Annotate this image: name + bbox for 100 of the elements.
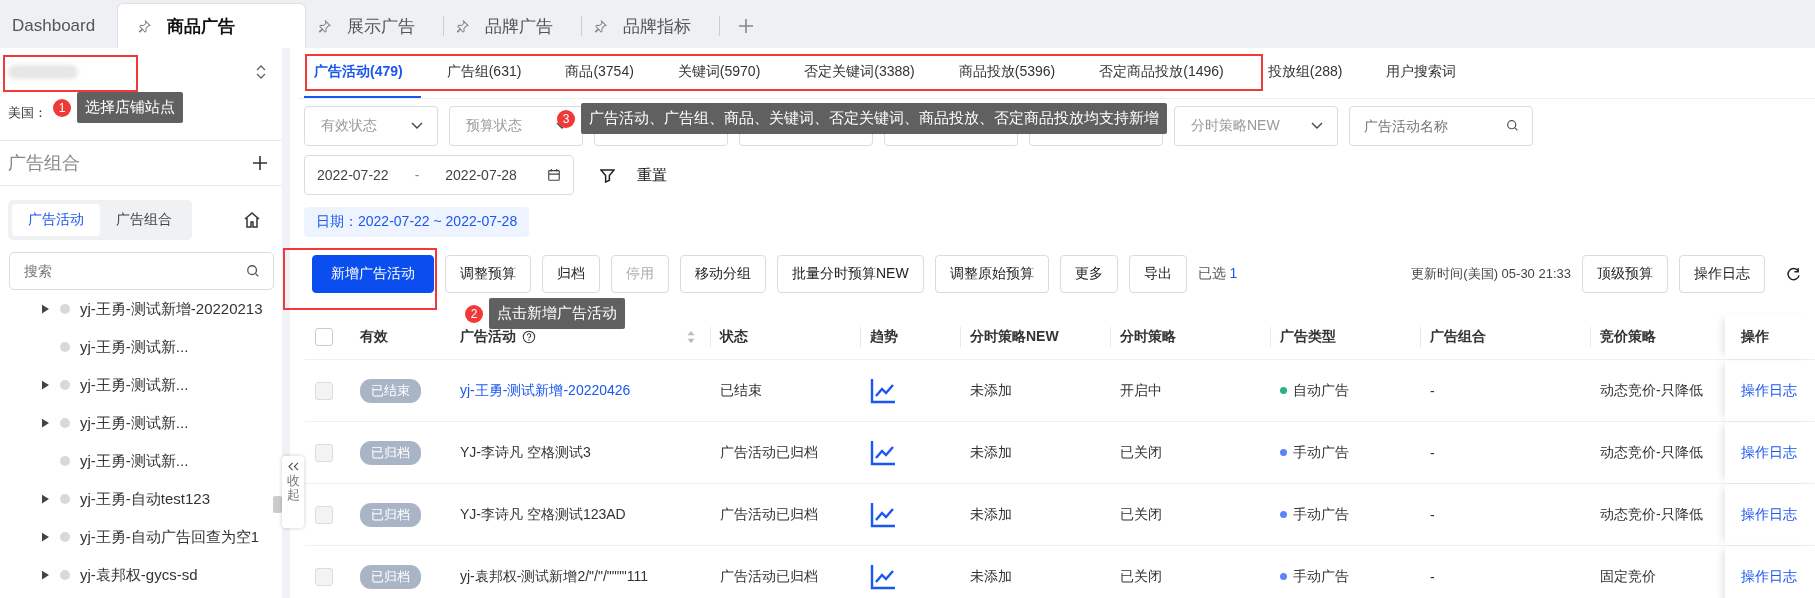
sub-tab[interactable]: 用户搜索词 [1376, 48, 1475, 98]
step-number-badge: 3 [557, 109, 575, 128]
table-cell: 广告活动已归档 [720, 505, 818, 524]
toolbar-button[interactable]: 移动分组 [680, 255, 766, 293]
toolbar-button[interactable]: 调整预算 [445, 255, 531, 293]
app-tab[interactable]: Dashboard [0, 4, 118, 48]
table-cell: 开启中 [1120, 381, 1162, 400]
tree-item[interactable]: yj-王勇-测试新... [80, 375, 189, 395]
toolbar-button[interactable]: 导出 [1128, 255, 1187, 293]
date-tag: 日期：2022-07-22 ~ 2022-07-28 [304, 207, 530, 237]
pin-icon [456, 19, 470, 33]
table-cell: 未添加 [970, 567, 1012, 586]
trend-chart-icon[interactable] [870, 377, 896, 404]
sub-tab[interactable]: 商品(3754) [555, 48, 652, 98]
status-badge: 已结束 [360, 378, 421, 403]
sub-tab[interactable]: 关键词(5970) [667, 48, 779, 98]
table-cell: 动态竞价-只降低 [1600, 505, 1703, 524]
refresh-icon[interactable] [1786, 266, 1801, 282]
table-cell: - [1430, 444, 1435, 461]
checkbox[interactable] [315, 328, 333, 346]
toolbar-button[interactable]: 新增广告活动 [312, 255, 434, 293]
app-tab[interactable]: 品牌指标 [582, 4, 720, 48]
table-cell: 手动广告 [1293, 505, 1349, 524]
expand-arrow-icon[interactable] [42, 304, 49, 314]
double-chevron-left-icon [286, 462, 300, 471]
date-range-field[interactable]: 2022-07-22 - 2022-07-28 [304, 155, 574, 195]
sort-icon[interactable] [256, 64, 266, 80]
table-cell: 未添加 [970, 443, 1012, 462]
app-tab[interactable]: 展示广告 [306, 4, 444, 48]
reset-button[interactable]: 重置 [637, 165, 667, 185]
search-icon [1506, 119, 1519, 132]
search-field[interactable]: 广告活动名称 [1349, 106, 1533, 146]
expand-arrow-icon[interactable] [42, 532, 49, 542]
table-cell: - [1430, 382, 1435, 399]
update-time: 更新时间(美国) 05-30 21:33 [1411, 265, 1571, 283]
home-icon[interactable] [242, 210, 262, 230]
tree-item[interactable]: yj-王勇-自动test123 [80, 489, 211, 509]
status-dot [60, 304, 70, 314]
table-cell: 动态竞价-只降低 [1600, 381, 1703, 400]
table-cell: 已关闭 [1120, 567, 1162, 586]
toolbar-button[interactable]: 归档 [542, 255, 600, 293]
column-header: 广告类型 [1280, 328, 1336, 346]
app-tab[interactable]: 商品广告 [117, 3, 307, 48]
campaign-name: YJ-李诗凡 空格测试123AD [460, 505, 626, 524]
collapse-handle[interactable]: 收起 [282, 456, 304, 528]
tree-item[interactable]: yj-袁邦权-gycs-sd [80, 565, 198, 585]
toolbar-button[interactable]: 顶级预算 [1582, 255, 1668, 293]
status-dot [60, 418, 70, 428]
table-cell: 广告活动已归档 [720, 567, 818, 586]
table-cell: 动态竞价-只降低 [1600, 443, 1703, 462]
sub-tab[interactable]: 投放组(288) [1257, 48, 1361, 98]
tree-item[interactable]: yj-王勇-测试新... [80, 337, 189, 357]
table-cell: 未添加 [970, 381, 1012, 400]
status-dot [60, 456, 70, 466]
status-dot [60, 494, 70, 504]
tree-item[interactable]: yj-王勇-测试新... [80, 413, 189, 433]
tree-item[interactable]: yj-王勇-测试新... [80, 451, 189, 471]
status-dot [60, 380, 70, 390]
sub-tab[interactable]: 广告组(631) [436, 48, 540, 98]
search-field[interactable]: 搜索 [9, 252, 274, 290]
campaign-name: yj-袁邦权-测试新增2/"/"/""""111 [460, 567, 648, 586]
sub-tab[interactable]: 商品投放(5396) [948, 48, 1074, 98]
column-header: 广告组合 [1430, 328, 1486, 346]
campaign-name: YJ-李诗凡 空格测试3 [460, 443, 591, 462]
toolbar-button[interactable]: 批量分时预算NEW [777, 255, 924, 293]
scrollbar-thumb[interactable] [273, 496, 282, 513]
table-cell: - [1430, 568, 1435, 585]
step-number-badge: 1 [53, 98, 71, 117]
toolbar-button[interactable]: 调整原始预算 [934, 255, 1049, 293]
sub-tab[interactable]: 否定商品投放(1496) [1089, 48, 1242, 98]
region-time: 美国： [8, 104, 47, 122]
toolbar-button[interactable]: 更多 [1059, 255, 1118, 293]
expand-arrow-icon[interactable] [42, 570, 49, 580]
expand-arrow-icon[interactable] [42, 494, 49, 504]
sub-tab[interactable]: 广告活动(479) [304, 48, 421, 98]
trend-chart-icon[interactable] [870, 501, 896, 528]
annotation-tooltip: 点击新增广告活动 [489, 298, 625, 329]
table-cell: 已关闭 [1120, 505, 1162, 524]
trend-chart-icon[interactable] [870, 563, 896, 590]
status-dot [60, 570, 70, 580]
column-header: 趋势 [870, 328, 898, 346]
tree-item[interactable]: yj-王勇-测试新增-20220213 [80, 299, 263, 319]
trend-chart-icon[interactable] [870, 439, 896, 466]
calendar-icon [547, 168, 561, 182]
toolbar-button[interactable]: 操作日志 [1679, 255, 1765, 293]
segment-tab[interactable]: 广告活动 [12, 204, 100, 236]
add-icon[interactable] [252, 155, 268, 171]
segment-tab[interactable]: 广告组合 [100, 204, 188, 236]
expand-arrow-icon[interactable] [42, 418, 49, 428]
expand-arrow-icon[interactable] [42, 380, 49, 390]
column-header: 状态 [720, 328, 748, 346]
annotation-tooltip: 广告活动、广告组、商品、关键词、否定关键词、商品投放、否定商品投放均支持新增 [581, 103, 1167, 134]
status-dot [60, 342, 70, 352]
step-number-badge: 2 [465, 304, 483, 323]
pin-icon [318, 19, 332, 33]
app-tab[interactable]: 品牌广告 [444, 4, 582, 48]
filter-icon[interactable] [600, 167, 615, 183]
sub-tab[interactable]: 否定关键词(3388) [794, 48, 933, 98]
tree-item[interactable]: yj-王勇-自动广告回查为空1 [80, 527, 260, 547]
table-cell: 未添加 [970, 505, 1012, 524]
